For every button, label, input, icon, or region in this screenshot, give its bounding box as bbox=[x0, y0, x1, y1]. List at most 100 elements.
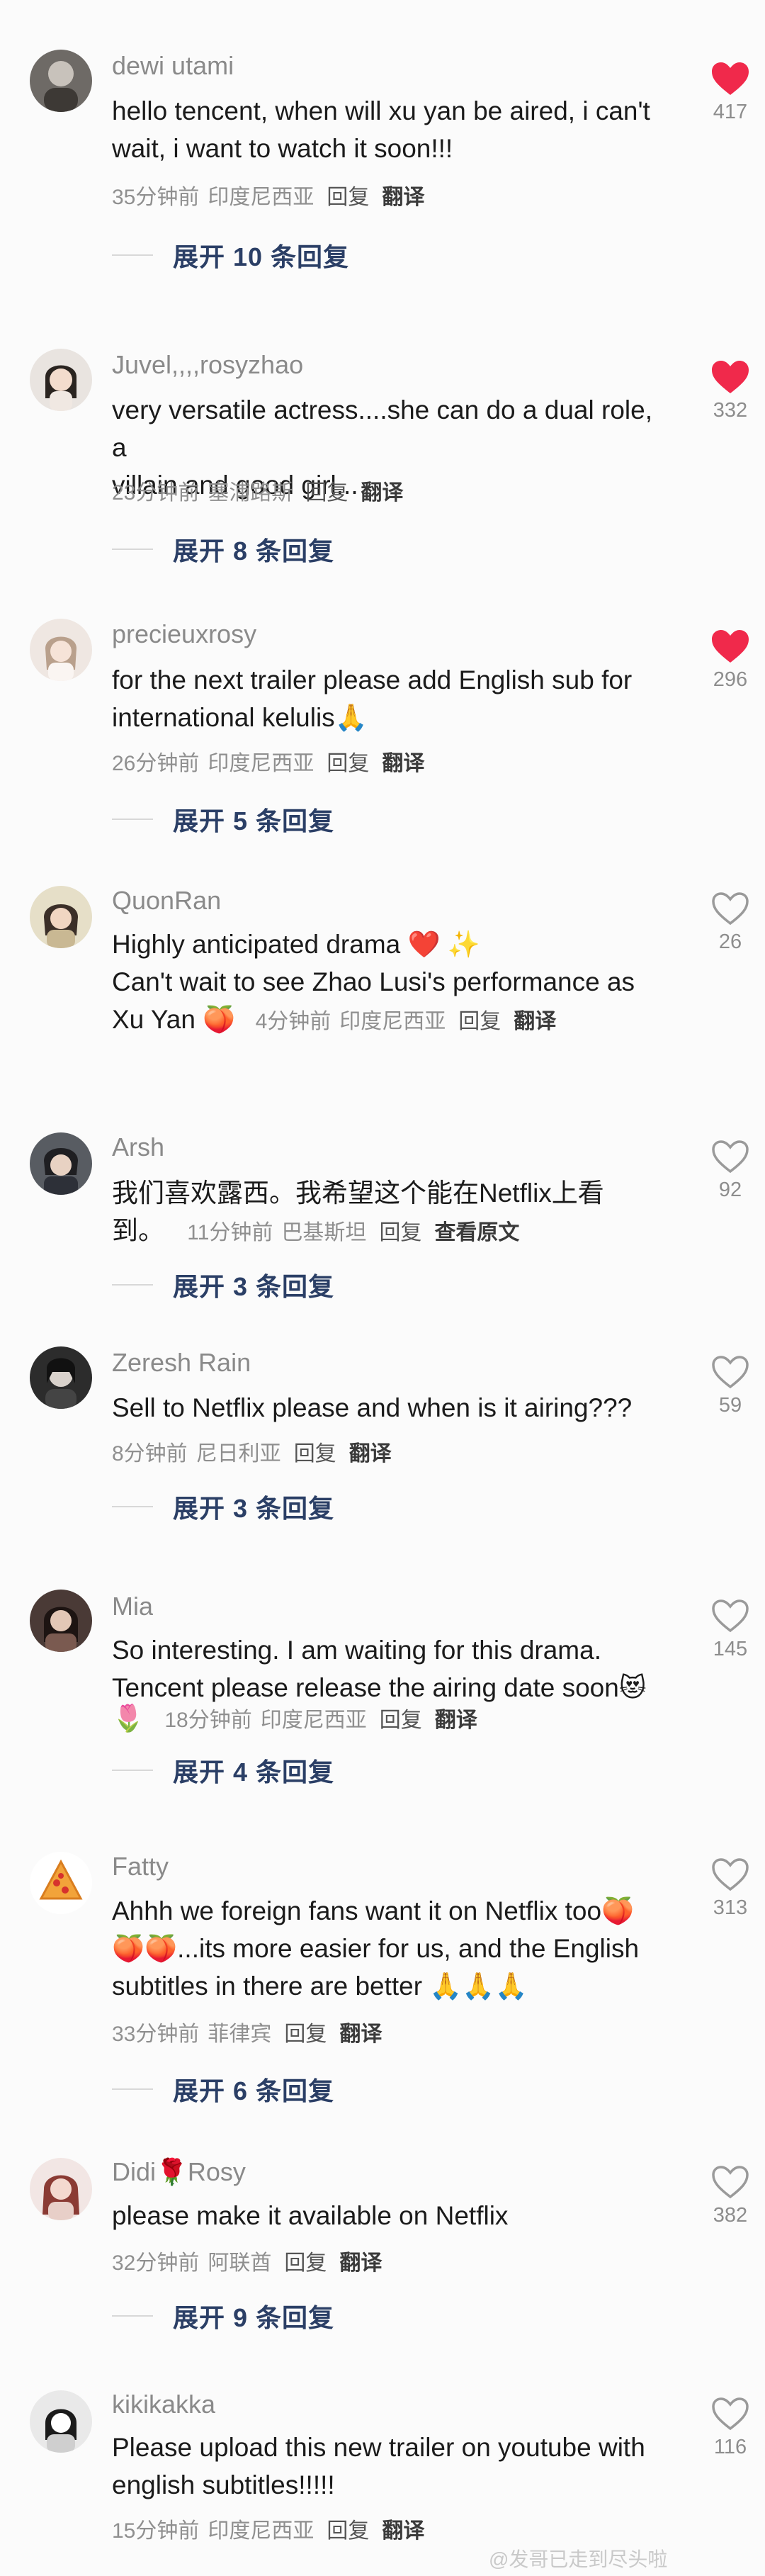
username[interactable]: Mia bbox=[112, 1592, 153, 1621]
reply-button[interactable]: 回复 bbox=[294, 1442, 336, 1466]
heart-outline-icon bbox=[712, 892, 749, 926]
expand-replies-button[interactable]: 展开 5 条回复 bbox=[112, 805, 334, 836]
reply-button[interactable]: 回复 bbox=[379, 1221, 421, 1244]
username[interactable]: kikikakka bbox=[112, 2390, 215, 2419]
comment-text: for the next trailer please add English … bbox=[112, 661, 657, 736]
location: 印度尼西亚 bbox=[260, 1709, 367, 1732]
avatar[interactable] bbox=[30, 1590, 92, 1652]
divider bbox=[112, 254, 153, 256]
comment-line: Tencent please release the airing date s… bbox=[112, 1673, 647, 1702]
like-button[interactable]: 145 bbox=[698, 1598, 762, 1661]
comment-text: Ahhh we foreign fans want it on Netflix … bbox=[112, 1892, 657, 2005]
reply-button[interactable]: 回复 bbox=[327, 186, 369, 209]
timestamp: 23分钟前 bbox=[112, 481, 200, 505]
avatar[interactable] bbox=[30, 1346, 92, 1409]
expand-replies-label: 展开 9 条回复 bbox=[173, 2303, 335, 2332]
heart-outline-icon bbox=[712, 1599, 749, 1633]
comment-meta: 8分钟前 尼日利亚 回复 翻译 bbox=[112, 1436, 392, 1467]
like-count: 382 bbox=[713, 2204, 748, 2227]
comment-text: Please upload this new trailer on youtub… bbox=[112, 2429, 657, 2504]
username[interactable]: Fatty bbox=[112, 1852, 169, 1882]
expand-replies-button[interactable]: 展开 3 条回复 bbox=[112, 1492, 334, 1523]
like-count: 313 bbox=[713, 1896, 748, 1919]
reply-button[interactable]: 回复 bbox=[458, 1010, 501, 1033]
comment-meta: 15分钟前 印度尼西亚 回复 翻译 bbox=[112, 2513, 424, 2544]
translate-button[interactable]: 翻译 bbox=[349, 1442, 392, 1466]
translate-button[interactable]: 翻译 bbox=[435, 1709, 477, 1732]
timestamp: 32分钟前 bbox=[112, 2251, 200, 2275]
expand-replies-button[interactable]: 展开 4 条回复 bbox=[112, 1756, 334, 1787]
expand-replies-button[interactable]: 展开 3 条回复 bbox=[112, 1271, 334, 1301]
like-count: 296 bbox=[713, 668, 748, 691]
avatar[interactable] bbox=[30, 2390, 92, 2453]
avatar[interactable] bbox=[30, 619, 92, 681]
translate-button[interactable]: 翻译 bbox=[339, 2023, 382, 2046]
timestamp: 8分钟前 bbox=[112, 1442, 188, 1466]
like-button[interactable]: 116 bbox=[698, 2396, 762, 2459]
avatar[interactable] bbox=[30, 2158, 92, 2220]
comment-line: please make it available on Netflix bbox=[112, 2201, 509, 2230]
comment-line: 🌷 bbox=[112, 1704, 145, 1733]
timestamp: 4分钟前 bbox=[255, 1010, 332, 1033]
location: 塞浦路斯 bbox=[208, 481, 293, 505]
like-button[interactable]: 382 bbox=[698, 2164, 762, 2227]
comment-line: Sell to Netflix please and when is it ai… bbox=[112, 1393, 633, 1422]
reply-button[interactable]: 回复 bbox=[284, 2251, 327, 2275]
reply-button[interactable]: 回复 bbox=[284, 2023, 327, 2046]
like-button[interactable]: 313 bbox=[698, 1857, 762, 1920]
reply-button[interactable]: 回复 bbox=[305, 481, 348, 505]
comment-line: subtitles in there are better 🙏🙏🙏 bbox=[112, 1972, 528, 2001]
expand-replies-label: 展开 6 条回复 bbox=[173, 2076, 335, 2105]
translate-button[interactable]: 翻译 bbox=[382, 2519, 424, 2543]
avatar[interactable] bbox=[30, 1132, 92, 1195]
translate-button[interactable]: 翻译 bbox=[339, 2251, 382, 2275]
avatar[interactable] bbox=[30, 1852, 92, 1914]
reply-button[interactable]: 回复 bbox=[327, 752, 369, 775]
like-button[interactable]: 417 bbox=[698, 61, 762, 124]
avatar[interactable] bbox=[30, 50, 92, 112]
comment-line: So interesting. I am waiting for this dr… bbox=[112, 1636, 601, 1665]
expand-replies-label: 展开 8 条回复 bbox=[173, 536, 335, 566]
like-button[interactable]: 26 bbox=[698, 891, 762, 954]
translate-button[interactable]: 查看原文 bbox=[434, 1221, 519, 1244]
location: 印度尼西亚 bbox=[208, 2519, 314, 2543]
translate-button[interactable]: 翻译 bbox=[382, 186, 424, 209]
expand-replies-label: 展开 3 条回复 bbox=[173, 1272, 335, 1301]
like-button[interactable]: 59 bbox=[698, 1354, 762, 1417]
reply-button[interactable]: 回复 bbox=[327, 2519, 369, 2543]
like-count: 59 bbox=[718, 1394, 742, 1417]
divider bbox=[112, 1770, 153, 1771]
expand-replies-button[interactable]: 展开 10 条回复 bbox=[112, 241, 349, 271]
location: 印度尼西亚 bbox=[208, 186, 314, 209]
translate-button[interactable]: 翻译 bbox=[361, 481, 403, 505]
comment-text: hello tencent, when will xu yan be aired… bbox=[112, 92, 657, 167]
username[interactable]: QuonRan bbox=[112, 886, 221, 916]
reply-button[interactable]: 回复 bbox=[380, 1709, 422, 1732]
username[interactable]: Zeresh Rain bbox=[112, 1348, 251, 1378]
divider bbox=[112, 1506, 153, 1507]
like-button[interactable]: 92 bbox=[698, 1139, 762, 1202]
translate-button[interactable]: 翻译 bbox=[382, 752, 424, 775]
username[interactable]: dewi utami bbox=[112, 51, 234, 81]
comment-line: english subtitles!!!!! bbox=[112, 2470, 335, 2499]
like-button[interactable]: 296 bbox=[698, 629, 762, 692]
like-count: 145 bbox=[713, 1638, 748, 1660]
expand-replies-button[interactable]: 展开 9 条回复 bbox=[112, 2302, 334, 2332]
expand-replies-button[interactable]: 展开 6 条回复 bbox=[112, 2075, 334, 2105]
username[interactable]: precieuxrosy bbox=[112, 619, 256, 649]
translate-button[interactable]: 翻译 bbox=[514, 1010, 556, 1033]
avatar[interactable] bbox=[30, 886, 92, 948]
comment-text: Highly anticipated drama ❤️ ✨ Can't wait… bbox=[112, 926, 657, 1040]
username[interactable]: Juvel,,,,rosyzhao bbox=[112, 350, 303, 380]
username[interactable]: Didi🌹Rosy bbox=[112, 2157, 246, 2187]
like-button[interactable]: 332 bbox=[698, 359, 762, 422]
comment-line: wait, i want to watch it soon!!! bbox=[112, 134, 453, 163]
comment-line: Highly anticipated drama ❤️ ✨ bbox=[112, 930, 480, 959]
location: 印度尼西亚 bbox=[208, 752, 314, 775]
avatar[interactable] bbox=[30, 349, 92, 411]
location: 巴基斯坦 bbox=[281, 1221, 367, 1244]
comment-line: Can't wait to see Zhao Lusi's performanc… bbox=[112, 967, 635, 996]
expand-replies-button[interactable]: 展开 8 条回复 bbox=[112, 535, 334, 566]
comment-meta: 4分钟前 印度尼西亚 回复 翻译 bbox=[256, 1010, 557, 1033]
username[interactable]: Arsh bbox=[112, 1132, 164, 1162]
